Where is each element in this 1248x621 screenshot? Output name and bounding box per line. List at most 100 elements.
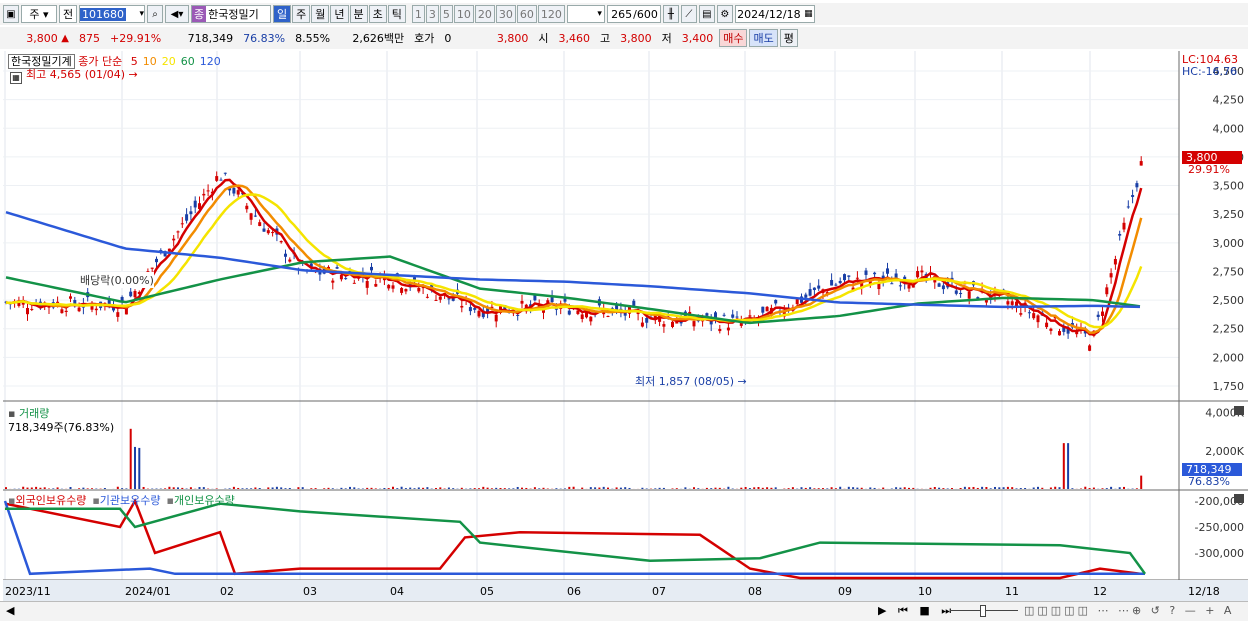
layout-icon[interactable]: ▣ [3,5,19,23]
volume-bar [770,487,773,489]
prefix-button[interactable]: 전 [59,5,77,23]
stock-name-field[interactable]: 종 한국정밀기 [191,5,271,23]
stock-chart[interactable]: 4,5004,2504,0003,7503,5003,2503,0002,750… [0,51,1248,601]
tool-icons[interactable]: ◫◫◫◫◫ ⋯ ⋯⊕ ↺ ? — + A [1024,604,1234,617]
sell-button[interactable]: 매도 [749,29,778,47]
volume-bar [344,488,347,489]
speaker-icon[interactable]: ◀▾ [165,5,189,23]
volume-bar [761,487,764,489]
candle-body [748,315,752,317]
market-select[interactable]: 주 ▾ [21,5,57,23]
volume-bar [899,487,902,489]
tab-month[interactable]: 월 [311,5,330,23]
candle-body [26,308,29,315]
candle-body [219,179,223,181]
open-label: 시 [538,32,549,45]
volume-bar [873,487,876,489]
candle-body [640,322,644,327]
buy-button[interactable]: 매수 [719,29,748,47]
volume-bar [1041,487,1044,489]
volume-bar [538,488,541,489]
volume-bar [413,488,416,489]
count-field[interactable]: 265/600 [606,5,661,23]
candle-body [1105,287,1109,295]
tab-minute[interactable]: 분 [349,5,368,23]
candle-body [331,280,335,283]
volume-bar [340,487,343,489]
volume-last-pct: 76.83% [1188,475,1230,488]
candle-body [284,253,287,257]
candle-body [1118,234,1122,236]
high-value: 3,800 [620,31,652,45]
tab-tick[interactable]: 틱 [387,5,406,23]
interval-60[interactable]: 60 [516,5,537,23]
candle-body [129,291,133,297]
calendar-icon[interactable]: ▦ [10,72,22,84]
interval-select[interactable]: ▾ [566,5,605,23]
playback-controls[interactable]: ▶ ⏮ ■ ⏭ [878,604,955,618]
volume-bar [478,488,480,489]
date-field[interactable]: 2024/12/18 ▦ [734,5,815,23]
volume-subtitle: 718,349주(76.83%) [8,421,115,434]
candle-body [567,310,571,315]
zoom-handle[interactable] [980,605,986,617]
volume-bar [460,487,463,489]
volume-bar [908,487,910,489]
candle-body [761,306,765,313]
avg-button[interactable]: 평 [779,29,798,47]
interval-5[interactable]: 5 [439,5,453,23]
candle-body [155,258,158,263]
volume-bar [1088,488,1091,489]
volume-bar [615,487,618,489]
volume-bar [662,487,665,489]
search-icon[interactable]: ⌕ [147,5,163,23]
candle-body [864,270,868,275]
interval-10[interactable]: 10 [453,5,474,23]
candle-body [1126,206,1130,208]
candle-body [150,267,154,269]
tab-day[interactable]: 일 [273,5,292,23]
interval-30[interactable]: 30 [495,5,516,23]
volume-bar [396,488,399,489]
volume-bar [791,487,794,489]
volume-bar [164,488,167,489]
interval-3[interactable]: 3 [425,5,439,23]
x-tick-label: 07 [652,585,666,598]
x-tick-label: 12/18 [1188,585,1220,598]
candle-body [262,228,266,232]
volume-bar [327,487,330,489]
draw-icon[interactable]: ⟋ [680,5,697,23]
save-icon[interactable]: ▤ [698,5,715,23]
bottom-scrollbar[interactable]: ◀ ▶ ⏮ ■ ⏭ ◫◫◫◫◫ ⋯ ⋯⊕ ↺ ? — + A [0,601,1248,621]
candle-icon[interactable]: ╫ [662,5,679,23]
volume-bar [804,487,807,489]
volume-bar [331,488,334,489]
interval-1[interactable]: 1 [411,5,425,23]
volume-bar [1123,486,1125,489]
candle-body [645,317,649,323]
x-tick-label: 06 [567,585,581,598]
candle-body [916,271,920,278]
candle-body [1049,328,1053,331]
tab-year[interactable]: 년 [330,5,349,23]
volume-bar [619,487,622,489]
interval-120[interactable]: 120 [537,5,565,23]
candle-body [404,289,408,292]
candle-body [245,205,249,210]
candle-body [834,284,838,286]
holding-close-icon[interactable] [1234,494,1244,503]
candle-body [253,215,257,217]
volume-y-tick: 2,000K [1205,445,1244,458]
scroll-left-icon[interactable]: ◀ [6,604,14,617]
volume-close-icon[interactable] [1234,406,1244,415]
gear-icon[interactable]: ⚙ [716,5,733,23]
candle-body [804,294,808,298]
candle-body [662,324,666,327]
tab-week[interactable]: 주 [292,5,311,23]
volume-bar [56,487,59,489]
stock-code-input[interactable]: 101680 ▾ [79,5,145,23]
interval-20[interactable]: 20 [474,5,495,23]
candle-body [1109,273,1113,278]
current-price: 3,800 ▲ [26,31,69,45]
tab-second[interactable]: 초 [368,5,387,23]
